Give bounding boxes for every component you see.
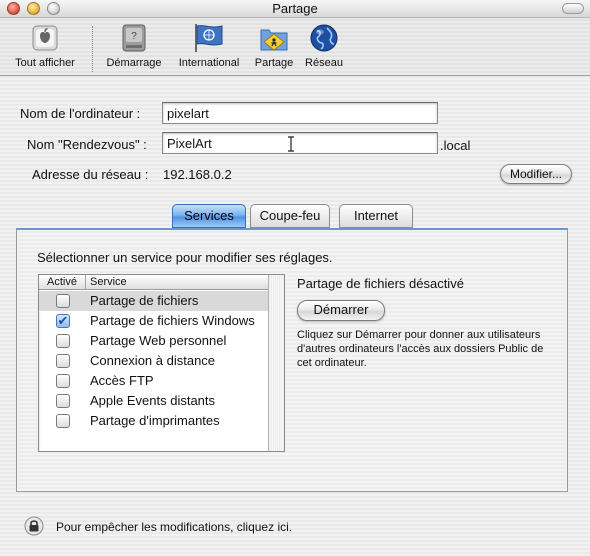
lock-message: Pour empêcher les modifications, cliquez… bbox=[56, 520, 293, 534]
toolbar-toggle-button[interactable] bbox=[562, 3, 584, 14]
toolbar-reseau[interactable]: Réseau bbox=[300, 22, 348, 69]
computer-name-field[interactable]: pixelart bbox=[162, 102, 438, 124]
window-title: Partage bbox=[272, 1, 318, 16]
network-address-label: Adresse du réseau : bbox=[32, 167, 149, 182]
service-checkbox[interactable] bbox=[56, 354, 70, 368]
shared-folder-icon bbox=[260, 29, 288, 51]
lock-icon[interactable] bbox=[24, 516, 44, 536]
service-row-windows-sharing[interactable]: ✔ Partage de fichiers Windows bbox=[39, 311, 268, 331]
service-row-remote-login[interactable]: Connexion à distance bbox=[39, 351, 268, 371]
service-name: Partage Web personnel bbox=[90, 333, 227, 348]
toolbar-demarrage[interactable]: ? Démarrage bbox=[102, 22, 166, 69]
service-name: Accès FTP bbox=[90, 373, 154, 388]
un-flag-icon bbox=[195, 24, 223, 52]
rendezvous-name-field[interactable]: PixelArt bbox=[162, 132, 438, 154]
tab-coupe-feu[interactable]: Coupe-feu bbox=[250, 204, 330, 228]
svg-text:?: ? bbox=[131, 31, 137, 42]
service-status-title: Partage de fichiers désactivé bbox=[297, 276, 464, 291]
ibeam-cursor-icon bbox=[288, 136, 294, 152]
title-bar: Partage bbox=[0, 0, 590, 18]
service-checkbox[interactable] bbox=[56, 334, 70, 348]
service-row-ftp-access[interactable]: Accès FTP bbox=[39, 371, 268, 391]
toolbar-partage[interactable]: Partage bbox=[250, 22, 298, 69]
services-instruction: Sélectionner un service pour modifier se… bbox=[37, 250, 333, 265]
service-checkbox[interactable] bbox=[56, 414, 70, 428]
service-name: Partage de fichiers Windows bbox=[90, 313, 255, 328]
tab-services[interactable]: Services bbox=[172, 204, 246, 228]
modify-button[interactable]: Modifier... bbox=[500, 164, 572, 184]
globe-icon bbox=[310, 24, 338, 52]
column-header-service[interactable]: Service bbox=[90, 276, 127, 288]
column-header-active[interactable]: Activé bbox=[47, 276, 77, 288]
services-list-header: Activé Service bbox=[39, 275, 284, 290]
service-checkbox[interactable] bbox=[56, 294, 70, 308]
services-panel: Sélectionner un service pour modifier se… bbox=[16, 228, 568, 492]
toolbar-international[interactable]: International bbox=[172, 22, 246, 69]
service-name: Partage d'imprimantes bbox=[90, 413, 220, 428]
service-row-file-sharing[interactable]: Partage de fichiers bbox=[39, 291, 268, 311]
service-help-text: Cliquez sur Démarrer pour donner aux uti… bbox=[297, 329, 544, 369]
service-checkbox[interactable] bbox=[56, 394, 70, 408]
computer-name-label: Nom de l'ordinateur : bbox=[20, 106, 141, 121]
apple-logo-icon bbox=[32, 25, 58, 51]
services-list[interactable]: Activé Service Partage de fichiers ✔ Par… bbox=[38, 274, 285, 452]
toolbar: Tout afficher ? Démarrage International … bbox=[0, 18, 590, 76]
column-divider bbox=[85, 275, 86, 290]
tab-internet[interactable]: Internet bbox=[339, 204, 413, 228]
service-row-web-sharing[interactable]: Partage Web personnel bbox=[39, 331, 268, 351]
service-row-remote-apple-events[interactable]: Apple Events distants bbox=[39, 391, 268, 411]
rendezvous-name-label: Nom "Rendezvous" : bbox=[27, 137, 147, 152]
service-name: Connexion à distance bbox=[90, 353, 216, 368]
start-button[interactable]: Démarrer bbox=[297, 300, 385, 321]
network-address-value: 192.168.0.2 bbox=[163, 167, 232, 182]
hard-drive-icon: ? bbox=[122, 24, 146, 52]
service-checkbox[interactable]: ✔ bbox=[56, 314, 70, 328]
toolbar-show-all[interactable]: Tout afficher bbox=[8, 22, 82, 69]
services-list-scrollbar[interactable] bbox=[268, 275, 284, 451]
service-checkbox[interactable] bbox=[56, 374, 70, 388]
service-row-printer-sharing[interactable]: Partage d'imprimantes bbox=[39, 411, 268, 431]
service-name: Partage de fichiers bbox=[90, 293, 199, 308]
rendezvous-name-value: PixelArt bbox=[167, 136, 212, 151]
toolbar-separator bbox=[92, 26, 93, 72]
service-name: Apple Events distants bbox=[90, 393, 216, 408]
rendezvous-suffix: .local bbox=[440, 138, 471, 153]
